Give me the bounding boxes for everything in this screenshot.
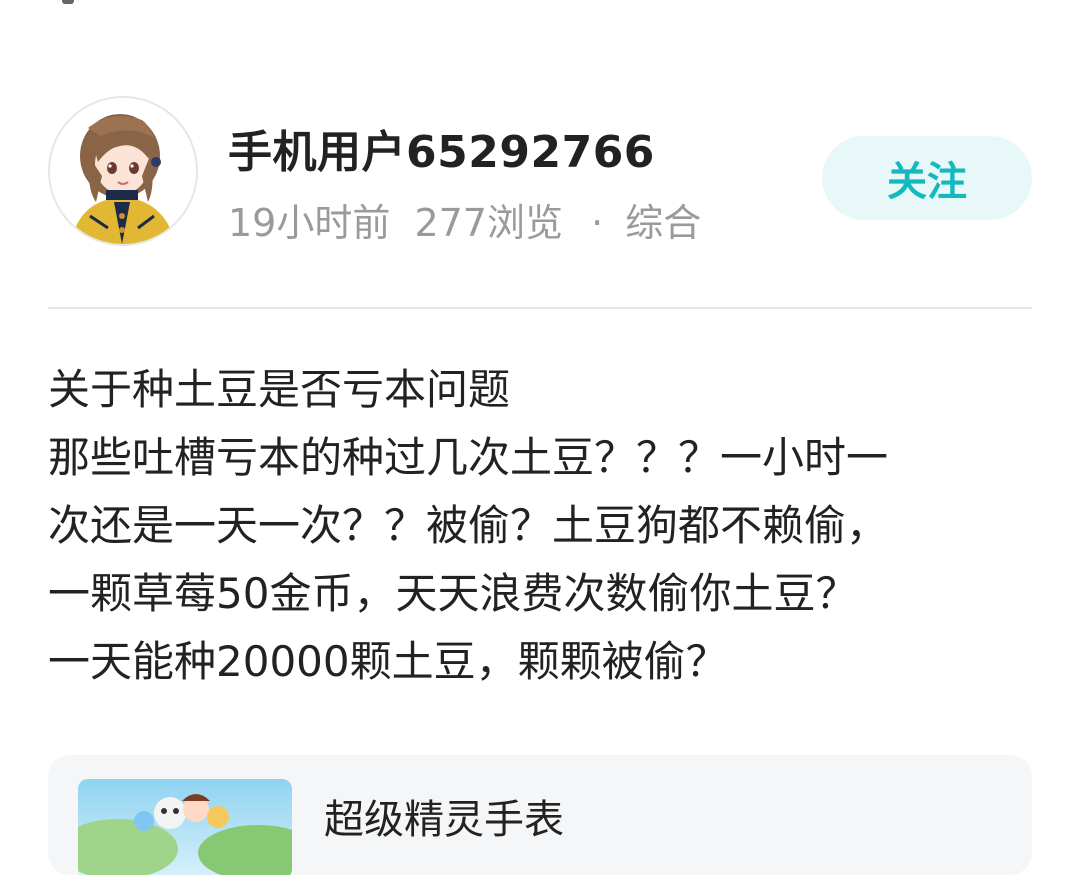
post-line: 一天能种20000颗土豆，颗颗被偷？ [48,637,728,686]
post-time: 19小时前 [228,201,391,245]
post-line: 一颗草莓50金币，天天浪费次数偷你土豆？ [48,569,858,618]
status-bar-fragment [62,0,74,4]
game-thumbnail [78,779,292,875]
game-card[interactable]: 超级精灵手表 [48,755,1032,875]
author-header: 手机用户65292766 19小时前 277浏览 · 综合 关注 [48,96,1032,246]
username[interactable]: 手机用户65292766 [228,116,655,180]
post-category[interactable]: 综合 [625,201,701,245]
post-line: 那些吐槽亏本的种过几次土豆？？？一小时一 [48,433,889,482]
game-title[interactable]: 超级精灵手表 [324,787,564,845]
post-content: 关于种土豆是否亏本问题 那些吐槽亏本的种过几次土豆？？？一小时一 次还是一天一次… [48,356,1032,696]
follow-button[interactable]: 关注 [822,136,1032,220]
meta-separator: · [591,201,604,245]
avatar-illustration [50,98,196,244]
post-line: 次还是一天一次？？被偷？土豆狗都不赖偷， [48,501,889,550]
post-line: 关于种土豆是否亏本问题 [48,365,511,414]
view-count: 277浏览 [414,201,563,245]
divider [48,307,1032,309]
avatar[interactable] [48,96,198,246]
game-thumbnail-art [78,779,292,875]
post-meta: 19小时前 277浏览 · 综合 [228,192,713,247]
